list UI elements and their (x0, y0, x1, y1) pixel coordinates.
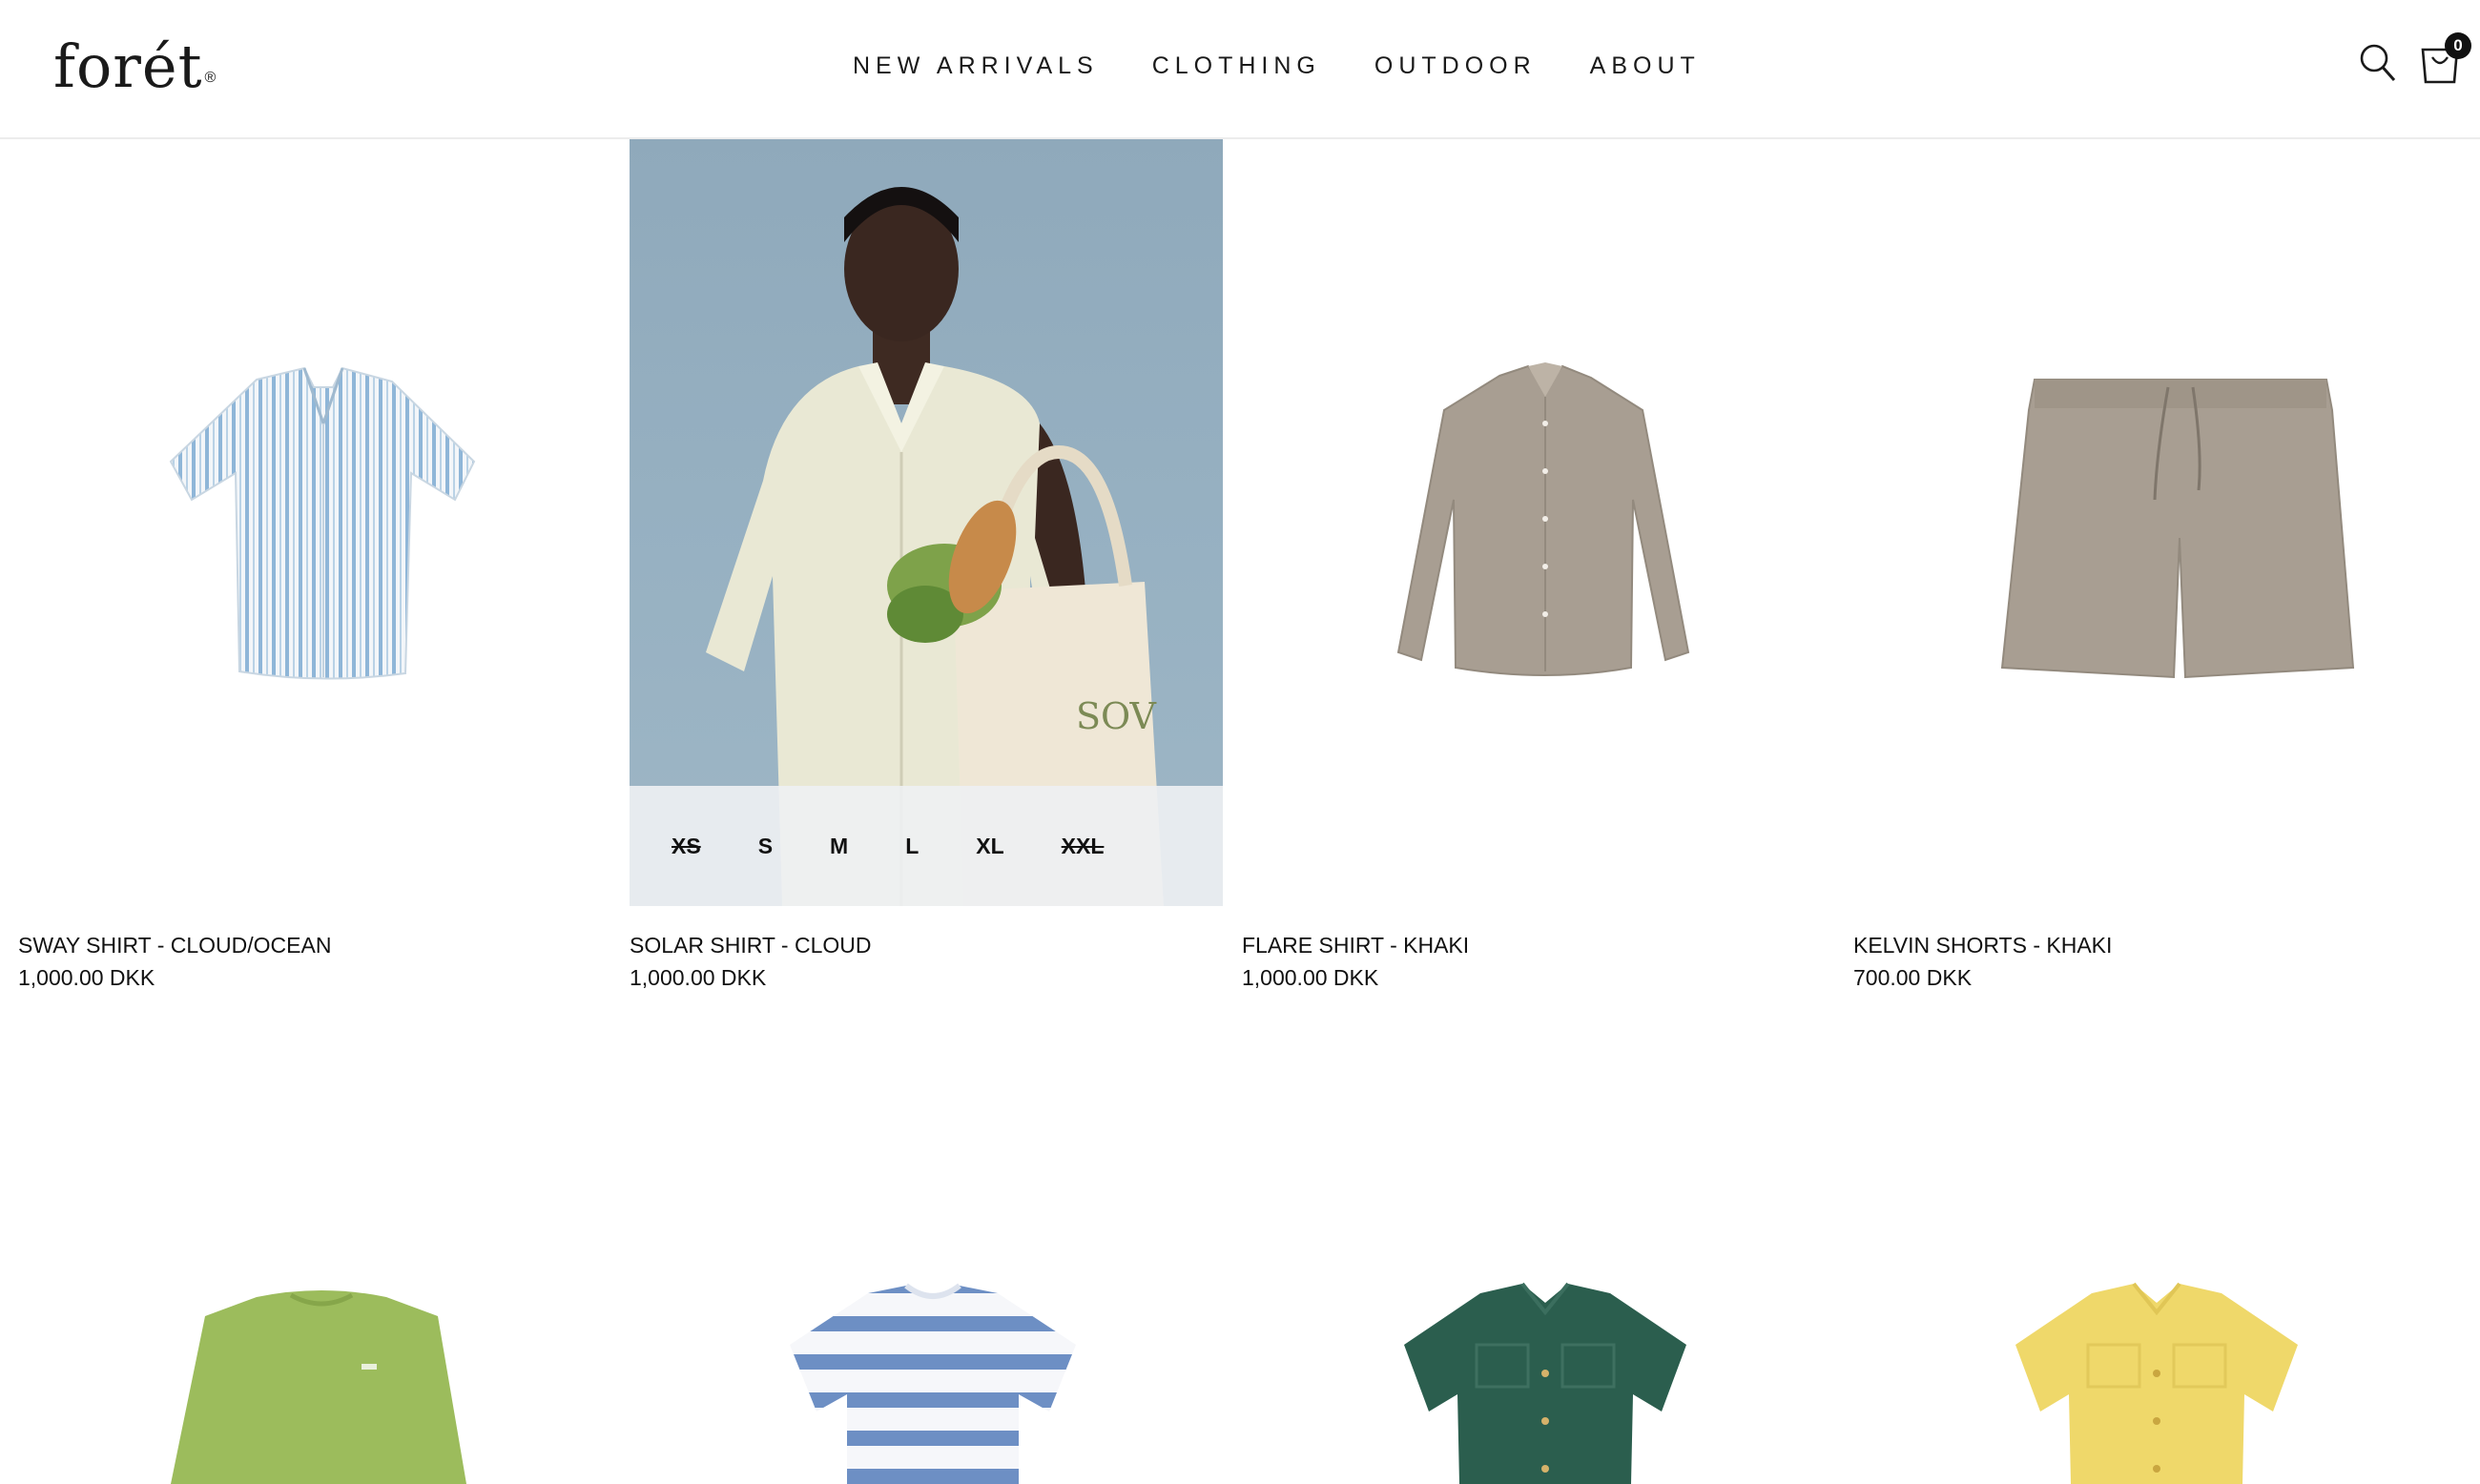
product-title[interactable]: SOLAR SHIRT - CLOUD (630, 933, 871, 958)
product-price: 1,000.00 DKK (630, 965, 767, 990)
size-option-m[interactable]: M (830, 834, 848, 859)
striped-tee-image (790, 1283, 1076, 1484)
size-selector: XS S M L XL XXL (630, 786, 1223, 906)
brand-logo[interactable]: forét ® (53, 32, 217, 101)
cart-count-badge: 0 (2445, 32, 2471, 59)
product-title[interactable]: KELVIN SHORTS - KHAKI (1853, 933, 2112, 958)
product-image[interactable] (1853, 137, 2447, 906)
product-image[interactable] (1242, 1125, 1835, 1484)
sway-shirt-image (169, 366, 476, 680)
product-image[interactable] (1853, 1125, 2447, 1484)
product-image[interactable] (1242, 137, 1835, 906)
product-title[interactable]: SWAY SHIRT - CLOUD/OCEAN (18, 933, 331, 958)
search-icon[interactable] (2358, 42, 2396, 84)
product-image[interactable] (18, 1125, 611, 1484)
nav-about[interactable]: ABOUT (1590, 50, 1701, 82)
nav-clothing[interactable]: CLOTHING (1152, 50, 1321, 82)
registered-mark: ® (204, 70, 217, 86)
size-option-xs[interactable]: XS (672, 834, 701, 859)
bag-print-text: SOV (1076, 695, 1157, 737)
main-nav: NEW ARRIVALS CLOTHING OUTDOOR ABOUT (853, 50, 1754, 82)
product-image-hover[interactable]: SOV XS S M L XL XXL (630, 137, 1223, 906)
size-option-xxl[interactable]: XXL (1062, 834, 1105, 859)
product-title[interactable]: FLARE SHIRT - KHAKI (1242, 933, 1469, 958)
nav-outdoor[interactable]: OUTDOOR (1374, 50, 1537, 82)
flare-shirt-image (1396, 362, 1690, 676)
product-price: 1,000.00 DKK (18, 965, 155, 990)
yellow-shirt-image (2015, 1282, 2298, 1484)
nav-new-arrivals[interactable]: NEW ARRIVALS (853, 50, 1099, 82)
green-shirt-image (1404, 1282, 1686, 1484)
product-image[interactable] (630, 1125, 1223, 1484)
logo-text: forét (53, 31, 203, 101)
size-option-l[interactable]: L (905, 834, 919, 859)
site-header: forét ® NEW ARRIVALS CLOTHING OUTDOOR ABO… (0, 0, 2480, 139)
green-sweatshirt-image (171, 1290, 466, 1484)
size-option-s[interactable]: S (758, 834, 773, 859)
kelvin-shorts-image (2000, 379, 2355, 679)
product-image[interactable] (18, 137, 611, 906)
product-price: 1,000.00 DKK (1242, 965, 1379, 990)
product-price: 700.00 DKK (1853, 965, 1973, 990)
size-option-xl[interactable]: XL (976, 834, 1003, 859)
